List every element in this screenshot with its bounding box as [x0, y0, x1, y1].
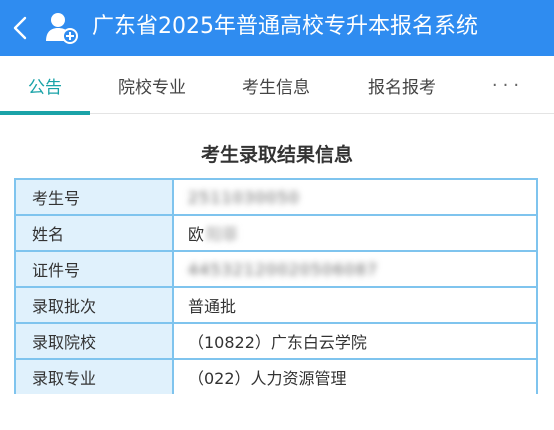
- row-label: 录取专业: [16, 360, 174, 394]
- row-label: 录取院校: [16, 324, 174, 358]
- tab-colleges-majors[interactable]: 院校专业: [104, 56, 200, 114]
- row-value: （10822）广东白云学院: [188, 333, 367, 352]
- section-title: 考生录取结果信息: [200, 144, 353, 166]
- table-row: 姓名 欧阳菲: [16, 216, 536, 252]
- more-icon: ···: [491, 74, 525, 96]
- table-row: 录取院校 （10822）广东白云学院: [16, 324, 536, 360]
- row-label: 考生号: [16, 180, 174, 214]
- more-tabs-button[interactable]: ···: [476, 56, 540, 114]
- table-row: 考生号 2511030050: [16, 180, 536, 216]
- tab-label: 公告: [28, 77, 62, 98]
- row-value: 欧阳菲: [174, 216, 536, 250]
- id-number-value: 44532120020506087: [188, 259, 379, 279]
- row-value: 2511030050: [174, 180, 536, 214]
- tab-label: 院校专业: [118, 77, 186, 98]
- user-add-icon: [46, 13, 78, 44]
- chevron-left-icon: [13, 16, 27, 40]
- row-label: 姓名: [16, 216, 174, 250]
- tab-announcement[interactable]: 公告: [0, 56, 90, 115]
- row-label: 录取批次: [16, 288, 174, 322]
- name-value: 欧: [188, 225, 205, 244]
- tab-registration[interactable]: 报名报考: [354, 56, 450, 114]
- tab-bar: 公告 院校专业 考生信息 报名报考 ···: [0, 56, 554, 115]
- admission-result-table: 考生号 2511030050 姓名 欧阳菲 证件号 44532120020506…: [14, 178, 538, 394]
- tab-candidate-info[interactable]: 考生信息: [228, 56, 324, 114]
- name-masked-value: 阳菲: [206, 225, 239, 244]
- page-title: 广东省2025年普通高校专升本报名系统: [92, 14, 478, 39]
- table-row: 录取专业 （022）人力资源管理: [16, 360, 536, 394]
- back-button[interactable]: [8, 13, 32, 43]
- candidate-number-value: 2511030050: [188, 187, 300, 207]
- table-row: 录取批次 普通批: [16, 288, 536, 324]
- tab-label: 考生信息: [242, 77, 310, 98]
- active-tab-indicator: [0, 111, 90, 115]
- table-row: 证件号 44532120020506087: [16, 252, 536, 288]
- app-header: 广东省2025年普通高校专升本报名系统: [0, 0, 554, 56]
- row-value: 44532120020506087: [174, 252, 536, 286]
- tab-label: 报名报考: [368, 77, 436, 98]
- row-label: 证件号: [16, 252, 174, 286]
- row-value: 普通批: [188, 297, 237, 316]
- row-value: （022）人力资源管理: [188, 369, 347, 388]
